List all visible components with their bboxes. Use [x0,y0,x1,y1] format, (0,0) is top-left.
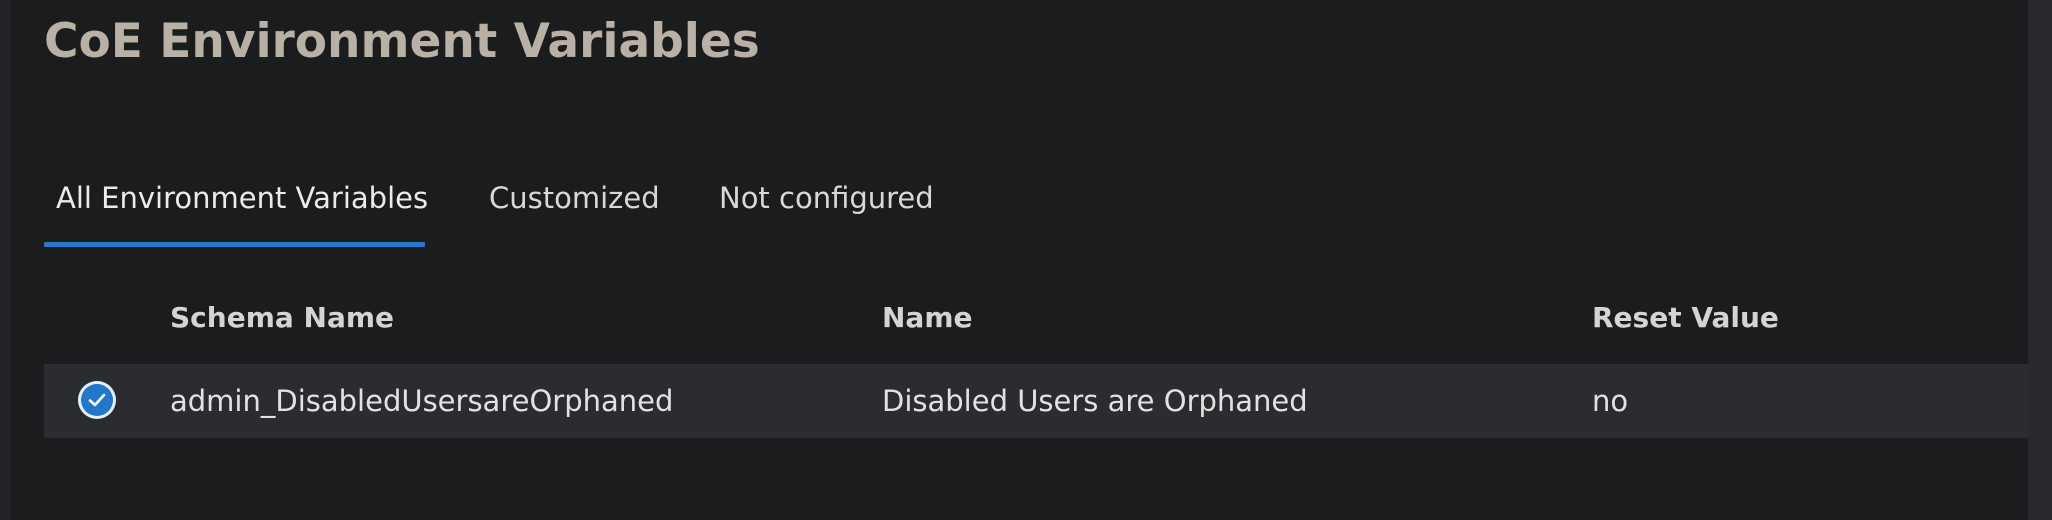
page-title: CoE Environment Variables [44,14,760,69]
tab-customized[interactable]: Customized [489,181,660,215]
table-row[interactable]: admin_DisabledUsersareOrphaned Disabled … [44,364,2028,438]
column-header-reset-value[interactable]: Reset Value [1592,301,1779,334]
tab-not-configured[interactable]: Not configured [719,181,934,215]
name-cell: Disabled Users are Orphaned [882,384,1308,418]
column-header-name[interactable]: Name [882,301,973,334]
schema-name-cell: admin_DisabledUsersareOrphaned [170,384,674,418]
tab-all-environment-variables[interactable]: All Environment Variables [56,181,428,215]
column-header-schema-name[interactable]: Schema Name [170,301,394,334]
right-scroll-strip[interactable] [2028,0,2052,520]
reset-value-cell: no [1592,384,1629,418]
environment-variables-page: CoE Environment Variables All Environmen… [0,0,2052,520]
checkmark-circle-icon[interactable] [78,381,116,419]
left-edge-divider [0,0,10,520]
table-header-row: Schema Name Name Reset Value [44,293,2028,345]
active-tab-indicator [44,242,425,247]
